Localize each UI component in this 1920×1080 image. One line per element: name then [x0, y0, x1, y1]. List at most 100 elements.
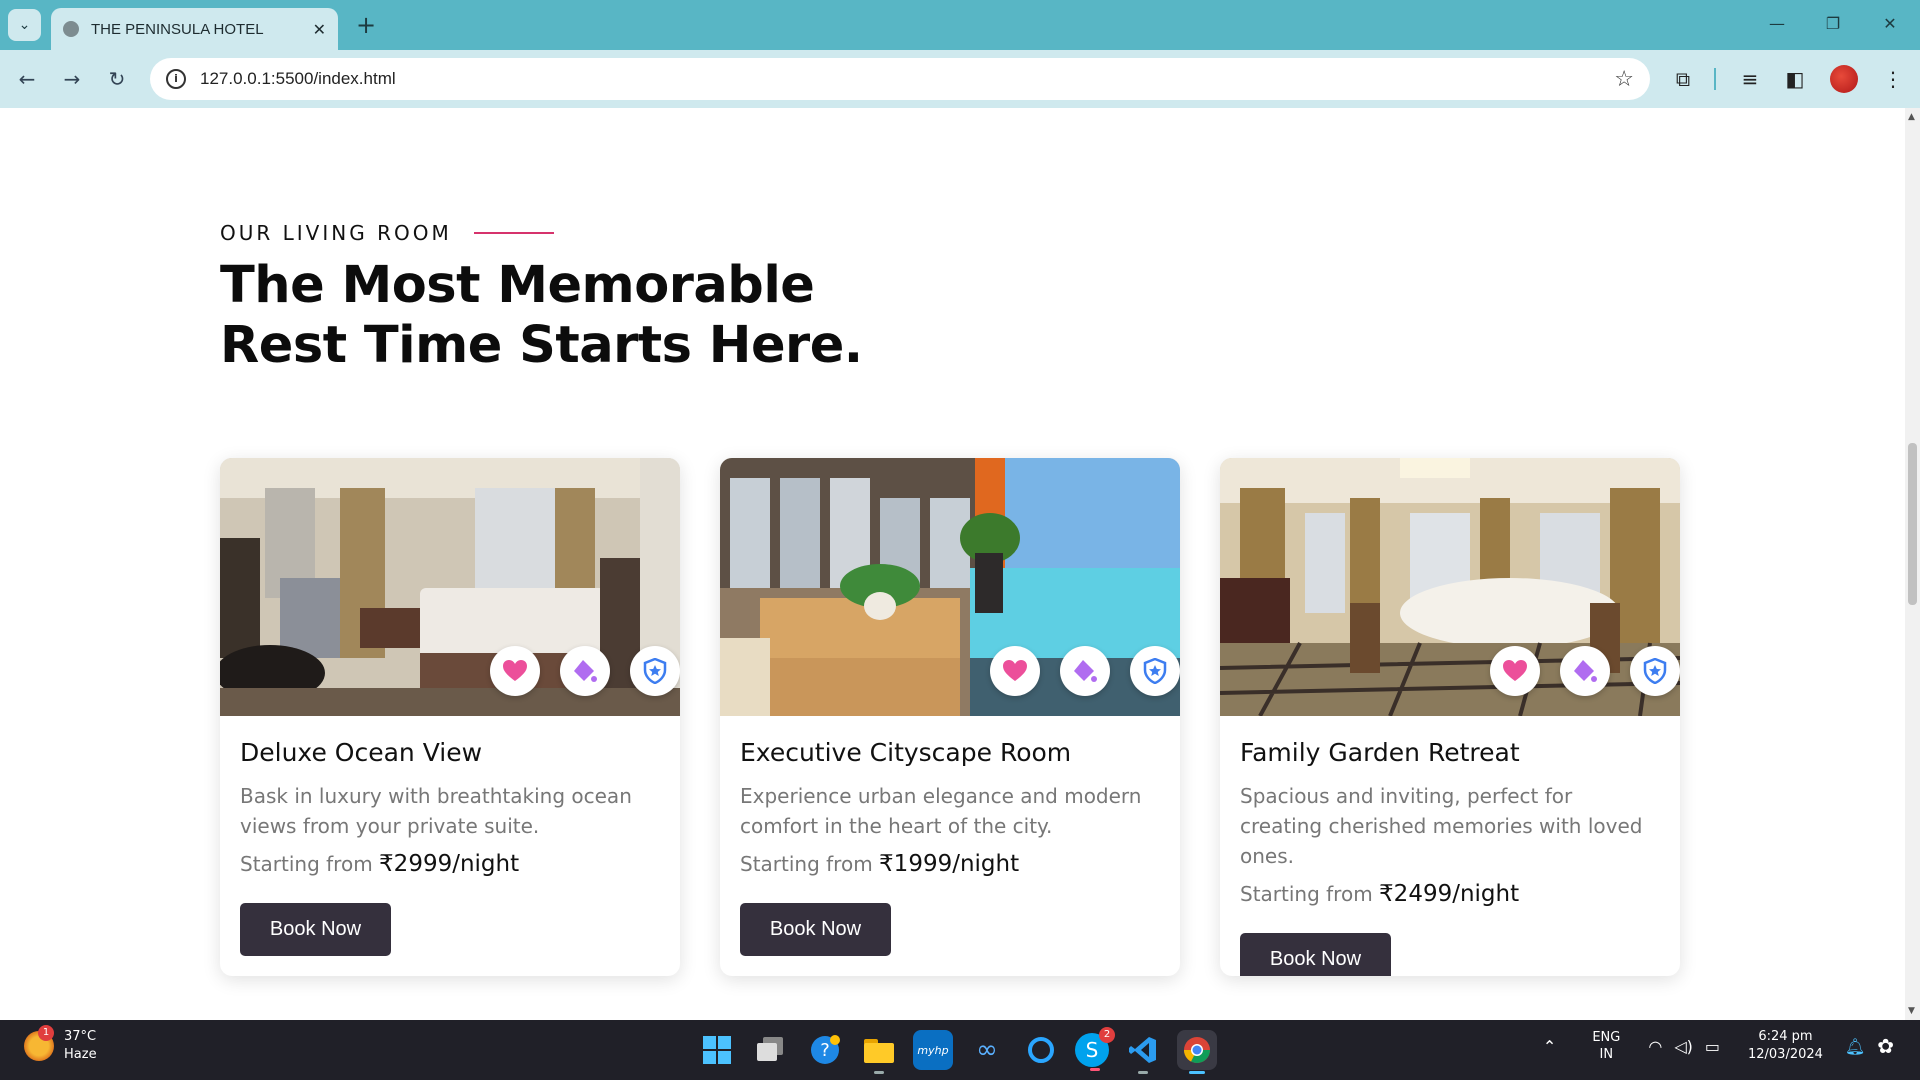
forward-arrow-icon[interactable]: → — [57, 64, 87, 94]
eyebrow-accent-line — [473, 232, 554, 234]
system-tray: ⌃ ENG IN ◠ ◁) ▭ 6:24 pm 12/03/2024 🔔︎ ✿ — [1537, 1028, 1900, 1064]
help-icon[interactable]: ? — [805, 1030, 845, 1070]
wifi-icon[interactable]: ◠ — [1648, 1037, 1662, 1056]
active-tab[interactable]: THE PENINSULA HOTEL ✕ — [51, 8, 338, 50]
book-now-button[interactable]: Book Now — [740, 903, 891, 956]
region-code: IN — [1599, 1047, 1614, 1062]
tab-search-button[interactable]: ⌄ — [8, 9, 41, 41]
skype-badge: 2 — [1099, 1027, 1115, 1043]
room-name: Executive Cityscape Room — [740, 738, 1072, 767]
browser-toolbar: ← → ↻ i 127.0.0.1:5500/index.html ☆ ⧉ ≡ … — [0, 50, 1920, 108]
chrome-icon[interactable] — [1177, 1030, 1217, 1074]
book-now-button[interactable]: Book Now — [240, 903, 391, 956]
scrollbar-thumb[interactable] — [1908, 443, 1917, 605]
new-tab-button[interactable]: + — [352, 12, 380, 40]
shield-star-icon[interactable] — [1130, 646, 1180, 696]
room-price: Starting from ₹1999/night — [740, 851, 1160, 877]
vscode-icon[interactable] — [1123, 1030, 1163, 1074]
price-prefix: Starting from — [740, 852, 873, 876]
room-photo — [1220, 458, 1680, 716]
price-prefix: Starting from — [240, 852, 373, 876]
room-card: Deluxe Ocean View Bask in luxury with br… — [220, 458, 680, 976]
room-price: Starting from ₹2499/night — [1240, 881, 1660, 907]
page-scrollbar[interactable]: ▲ ▼ — [1905, 108, 1920, 1020]
close-tab-icon[interactable]: ✕ — [313, 20, 326, 39]
language-code: ENG — [1592, 1030, 1621, 1045]
site-info-icon[interactable]: i — [166, 69, 186, 89]
room-photo — [220, 458, 680, 716]
heart-icon[interactable] — [990, 646, 1040, 696]
heart-icon[interactable] — [1490, 646, 1540, 696]
toolbar-divider — [1714, 68, 1716, 90]
media-control-icon[interactable]: ≡ — [1737, 66, 1763, 92]
eyebrow-text: OUR LIVING ROOM — [220, 221, 452, 245]
room-card: Executive Cityscape Room Experience urba… — [720, 458, 1180, 976]
more-menu-icon[interactable]: ⋮ — [1880, 66, 1906, 92]
notification-bell-icon[interactable]: 🔔︎ — [1845, 1037, 1865, 1056]
clock[interactable]: 6:24 pm 12/03/2024 — [1748, 1028, 1823, 1064]
scroll-down-arrow-icon[interactable]: ▼ — [1908, 1006, 1915, 1016]
restore-button[interactable]: ❐ — [1818, 12, 1848, 38]
room-price: Starting from ₹2999/night — [240, 851, 660, 877]
price-value: ₹1999/night — [879, 851, 1020, 877]
volume-icon[interactable]: ◁) — [1674, 1037, 1693, 1056]
chevron-up-icon[interactable]: ⌃ — [1543, 1037, 1556, 1056]
weather-widget[interactable]: 1 37°C Haze — [24, 1025, 97, 1064]
paint-bucket-icon[interactable] — [560, 646, 610, 696]
weather-condition: Haze — [64, 1047, 97, 1062]
room-badges — [970, 646, 1180, 696]
temperature: 37°C — [64, 1029, 97, 1044]
book-now-button[interactable]: Book Now — [1240, 933, 1391, 976]
room-badges — [470, 646, 680, 696]
taskbar-apps: ? myhp ∞ S 2 — [690, 1027, 1224, 1074]
reload-icon[interactable]: ↻ — [102, 64, 132, 94]
clock-date: 12/03/2024 — [1747, 1047, 1823, 1062]
window-close-button[interactable]: ✕ — [1875, 12, 1905, 38]
address-bar[interactable]: i 127.0.0.1:5500/index.html ☆ — [150, 58, 1650, 100]
room-name: Family Garden Retreat — [1240, 738, 1520, 767]
start-windows-icon[interactable] — [697, 1030, 737, 1070]
bookmark-star-icon[interactable]: ☆ — [1614, 67, 1634, 92]
page-viewport: OUR LIVING ROOM The Most Memorable Rest … — [0, 108, 1905, 1020]
weather-badge: 1 — [38, 1025, 54, 1041]
room-description: Bask in luxury with breathtaking ocean v… — [240, 784, 632, 838]
infinity-app-icon[interactable]: ∞ — [967, 1030, 1007, 1070]
url-text[interactable]: 127.0.0.1:5500/index.html — [200, 69, 1614, 89]
room-badges — [1470, 646, 1680, 696]
section-headline: The Most Memorable Rest Time Starts Here… — [220, 256, 863, 375]
price-value: ₹2999/night — [379, 851, 520, 877]
myhp-icon[interactable]: myhp — [913, 1030, 953, 1070]
minimize-button[interactable]: — — [1762, 12, 1792, 38]
browser-tab-bar: ⌄ THE PENINSULA HOTEL ✕ + — ❐ ✕ — [0, 0, 1920, 50]
price-value: ₹2499/night — [1379, 881, 1520, 907]
svg-text:?: ? — [820, 1040, 830, 1061]
paint-bucket-icon[interactable] — [1560, 646, 1610, 696]
back-arrow-icon[interactable]: ← — [12, 64, 42, 94]
paint-bucket-icon[interactable] — [1060, 646, 1110, 696]
section-eyebrow: OUR LIVING ROOM — [220, 221, 554, 245]
running-indicator — [1138, 1071, 1148, 1074]
heart-icon[interactable] — [490, 646, 540, 696]
extensions-icon[interactable]: ⧉ — [1670, 66, 1696, 92]
room-description: Spacious and inviting, perfect for creat… — [1240, 784, 1643, 868]
shield-star-icon[interactable] — [630, 646, 680, 696]
cortana-ring-icon[interactable] — [1021, 1030, 1061, 1070]
tab-title: THE PENINSULA HOTEL — [91, 20, 264, 38]
running-indicator — [1090, 1068, 1100, 1071]
price-prefix: Starting from — [1240, 882, 1373, 906]
copilot-icon[interactable]: ✿ — [1877, 1034, 1894, 1058]
battery-icon[interactable]: ▭ — [1705, 1037, 1720, 1056]
skype-icon[interactable]: S 2 — [1075, 1027, 1115, 1071]
globe-icon — [63, 21, 79, 37]
task-view-icon[interactable] — [751, 1030, 791, 1070]
shield-star-icon[interactable] — [1630, 646, 1680, 696]
running-indicator — [1189, 1071, 1205, 1074]
room-description: Experience urban elegance and modern com… — [740, 784, 1142, 838]
file-explorer-icon[interactable] — [859, 1030, 899, 1074]
profile-avatar[interactable] — [1830, 65, 1858, 93]
language-indicator[interactable]: ENG IN — [1592, 1029, 1620, 1063]
room-photo — [720, 458, 1180, 716]
room-card: Family Garden Retreat Spacious and invit… — [1220, 458, 1680, 976]
side-panel-icon[interactable]: ◧ — [1782, 66, 1808, 92]
scroll-up-arrow-icon[interactable]: ▲ — [1908, 112, 1915, 122]
